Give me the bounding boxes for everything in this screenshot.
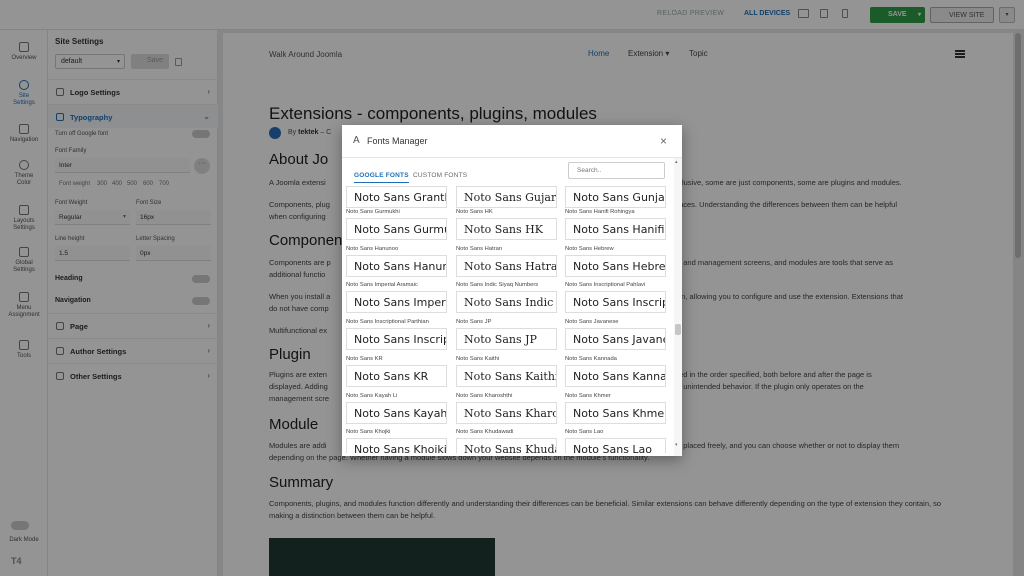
font-card-preview: Noto Sans JP [456, 328, 557, 350]
font-card-name: Noto Sans Kaithi [456, 356, 500, 362]
font-card[interactable]: Noto Sans Kharoshthi Noto Sans Kharoshthi [456, 393, 557, 424]
font-card-name: Noto Sans Kannada [565, 356, 617, 362]
font-card-preview: Noto Sans Kaithi [456, 365, 557, 387]
font-card[interactable]: Noto Sans Kannada Noto Sans Kannada [565, 356, 666, 387]
font-card-preview: Noto Sans Kharoshthi [456, 402, 557, 424]
font-card-preview: Noto Sans Gunjala Gondi [565, 186, 666, 208]
font-card-name: Noto Sans Hebrew [565, 246, 614, 252]
tab-custom-fonts[interactable]: CUSTOM FONTS [413, 172, 467, 179]
font-card-name: Noto Sans KR [346, 356, 383, 362]
font-card[interactable]: Noto Sans Hatran Noto Sans Hatran [456, 246, 557, 277]
font-card[interactable]: Noto Sans Gurmukhi Noto Sans Gurmukhi [346, 209, 447, 240]
font-card-preview: Noto Sans Hanifi Rohingya [565, 218, 666, 240]
font-card[interactable]: Noto Sans Kaithi Noto Sans Kaithi [456, 356, 557, 387]
scroll-up-icon[interactable]: ▴ [675, 159, 678, 165]
font-card[interactable]: Noto Sans Khudawadi Noto Sans Khudawadi [456, 429, 557, 453]
font-card-preview: Noto Sans HK [456, 218, 557, 240]
font-card-preview: Noto Sans Inscriptional Pahlavi [565, 291, 666, 313]
font-card-preview: Noto Sans Khojki [346, 438, 447, 453]
font-card[interactable]: Noto Sans Gujarati [456, 183, 557, 208]
font-card[interactable]: Noto Sans Inscriptional Parthian Noto San… [346, 319, 447, 350]
font-card-preview: Noto Sans Kayah Li [346, 402, 447, 424]
font-card-preview: Noto Sans Grantha [346, 186, 447, 208]
font-card-preview: Noto Sans Inscriptional Parthian [346, 328, 447, 350]
font-card[interactable]: Noto Sans Kayah Li Noto Sans Kayah Li [346, 393, 447, 424]
font-card-name: Noto Sans Inscriptional Parthian [346, 319, 429, 325]
modal-title: Fonts Manager [367, 136, 428, 146]
font-card-name: Noto Sans Inscriptional Pahlavi [565, 282, 646, 288]
font-card-preview: Noto Sans Hanunoo [346, 255, 447, 277]
font-card[interactable]: Noto Sans Hebrew Noto Sans Hebrew [565, 246, 666, 277]
font-card-name: Noto Sans Hatran [456, 246, 503, 252]
font-card-name: Noto Sans Imperial Aramaic [346, 282, 418, 288]
font-card-preview: Noto Sans Hebrew [565, 255, 666, 277]
fonts-manager-modal: A Fonts Manager × GOOGLE FONTS CUSTOM FO… [342, 125, 682, 456]
font-card[interactable]: Noto Sans Khojki Noto Sans Khojki [346, 429, 447, 453]
scroll-down-icon[interactable]: ▾ [675, 442, 678, 448]
font-card-preview: Noto Sans Hatran [456, 255, 557, 277]
font-card-name: Noto Sans Javanese [565, 319, 619, 325]
font-card-preview: Noto Sans Gujarati [456, 186, 557, 208]
modal-scrollbar[interactable] [674, 158, 682, 456]
font-card-name: Noto Sans JP [456, 319, 492, 325]
font-card-name: Noto Sans Hanifi Rohingya [565, 209, 635, 215]
font-card[interactable]: Noto Sans Khmer Noto Sans Khmer [565, 393, 666, 424]
tab-google-fonts[interactable]: GOOGLE FONTS [354, 172, 409, 183]
font-card[interactable]: Noto Sans KR Noto Sans KR [346, 356, 447, 387]
font-card-name: Noto Sans Khudawadi [456, 429, 514, 435]
font-card-preview: Noto Sans Gurmukhi [346, 218, 447, 240]
font-card-name: Noto Sans Khmer [565, 393, 611, 399]
font-card[interactable]: Noto Sans Grantha [346, 183, 447, 208]
font-card-preview: Noto Sans Indic Siyaq Numbers [456, 291, 557, 313]
font-card-name: Noto Sans Lao [565, 429, 604, 435]
font-card-name: Noto Sans Indic Siyaq Numbers [456, 282, 539, 288]
font-card-name: Noto Sans Kharoshthi [456, 393, 513, 399]
font-grid: Noto Sans GranthaNoto Sans GujaratiNoto … [342, 183, 674, 453]
font-card-preview: Noto Sans Imperial Aramaic [346, 291, 447, 313]
font-card[interactable]: Noto Sans Lao Noto Sans Lao [565, 429, 666, 453]
font-card[interactable]: Noto Sans Hanunoo Noto Sans Hanunoo [346, 246, 447, 277]
font-card-preview: Noto Sans Khudawadi [456, 438, 557, 453]
font-card-preview: Noto Sans Lao [565, 438, 666, 453]
close-icon[interactable]: × [660, 134, 667, 148]
font-card[interactable]: Noto Sans Indic Siyaq Numbers Noto Sans I… [456, 282, 557, 313]
modal-scroll-thumb[interactable] [675, 324, 681, 335]
font-card[interactable]: Noto Sans Javanese Noto Sans Javanese [565, 319, 666, 350]
font-card[interactable]: Noto Sans Inscriptional Pahlavi Noto Sans… [565, 282, 666, 313]
font-card[interactable]: Noto Sans Gunjala Gondi [565, 183, 666, 208]
font-icon: A [353, 135, 360, 146]
font-card-name: Noto Sans Kayah Li [346, 393, 398, 399]
font-card[interactable]: Noto Sans Hanifi Rohingya Noto Sans Hanif… [565, 209, 666, 240]
font-card-preview: Noto Sans Javanese [565, 328, 666, 350]
font-card-name: Noto Sans Gurmukhi [346, 209, 400, 215]
font-card-name: Noto Sans Hanunoo [346, 246, 399, 252]
font-search-input[interactable] [568, 162, 665, 179]
font-card-preview: Noto Sans Khmer [565, 402, 666, 424]
font-card-preview: Noto Sans Kannada [565, 365, 666, 387]
font-card-name: Noto Sans Khojki [346, 429, 391, 435]
modal-header: A Fonts Manager × [342, 125, 682, 158]
font-card[interactable]: Noto Sans Imperial Aramaic Noto Sans Impe… [346, 282, 447, 313]
font-card-name: Noto Sans HK [456, 209, 493, 215]
font-card[interactable]: Noto Sans JP Noto Sans JP [456, 319, 557, 350]
font-card-preview: Noto Sans KR [346, 365, 447, 387]
font-card[interactable]: Noto Sans HK Noto Sans HK [456, 209, 557, 240]
